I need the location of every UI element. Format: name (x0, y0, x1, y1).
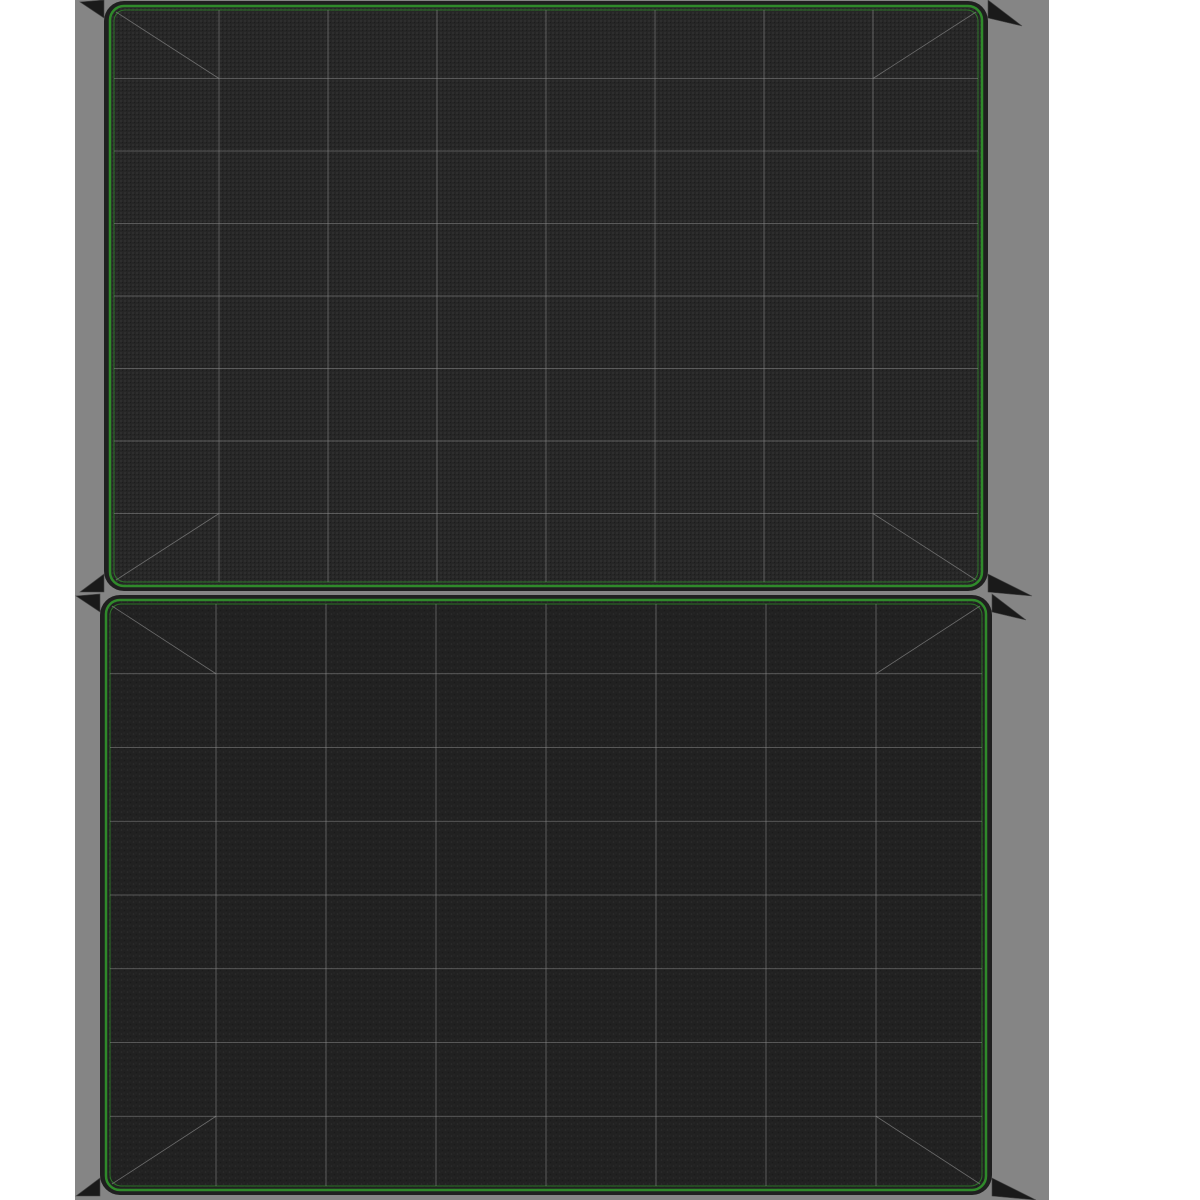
top-panel-corner-fan-0 (79, 0, 105, 19)
bottom-panel (75, 593, 1037, 1200)
bottom-panel-corner-fan-2 (75, 1177, 101, 1197)
uv-texture-canvas (0, 0, 1200, 1200)
top-panel-corner-fan-2 (79, 573, 105, 593)
top-panel (79, 0, 1033, 597)
top-panel-corner-fan-1 (987, 0, 1023, 27)
bottom-panel-corner-fan-3 (991, 1177, 1037, 1200)
bottom-panel-corner-fan-0 (75, 593, 101, 613)
uv-layout-wireframe (75, 0, 1037, 1200)
top-panel-corner-fan-3 (987, 573, 1033, 597)
bottom-panel-corner-fan-1 (991, 593, 1027, 621)
